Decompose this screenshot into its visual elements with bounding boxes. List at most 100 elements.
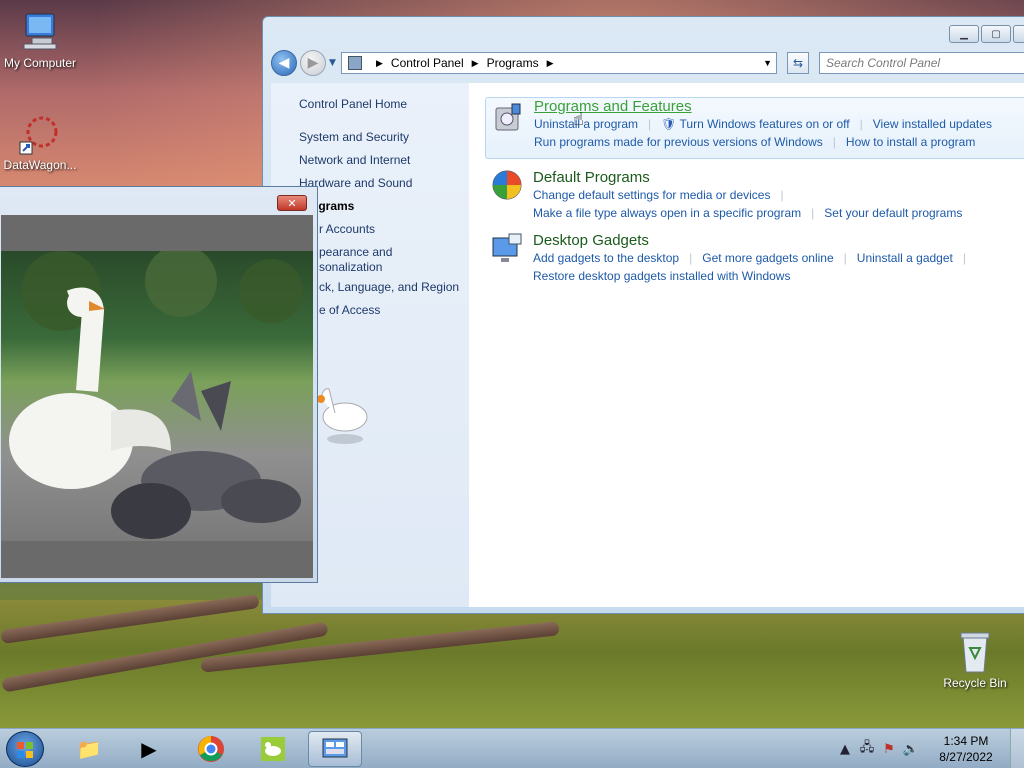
link-separator: | bbox=[780, 188, 784, 202]
view-installed-updates-link[interactable]: View installed updates bbox=[873, 117, 992, 131]
link-separator: | bbox=[689, 251, 693, 265]
search-input[interactable]: Search Control Panel bbox=[819, 52, 1024, 74]
programs-and-features-links: Uninstall a program | 🛡 Turn Windows featu… bbox=[534, 115, 1024, 151]
desktop-icon-label: My Computer bbox=[3, 56, 77, 70]
start-button[interactable] bbox=[6, 731, 44, 767]
link-separator: | bbox=[843, 251, 847, 265]
nav-user-accounts[interactable]: r Accounts bbox=[319, 222, 375, 236]
taskbar-media-player-button[interactable]: ▶ bbox=[122, 731, 176, 767]
control-panel-content: Control Panel Home System and Security N… bbox=[271, 83, 1024, 607]
breadcrumb-chevron-icon: ▶ bbox=[546, 57, 554, 68]
clock[interactable]: 1:34 PM 8/27/2022 bbox=[922, 733, 1010, 765]
nav-appearance[interactable]: pearance and bbox=[319, 245, 392, 259]
chrome-icon bbox=[198, 736, 224, 762]
nav-network-and-internet[interactable]: Network and Internet bbox=[299, 153, 410, 167]
windows-logo-icon bbox=[17, 742, 33, 758]
link-separator: | bbox=[859, 117, 863, 131]
taskbar-chrome-button[interactable] bbox=[184, 731, 238, 767]
uninstall-gadget-link[interactable]: Uninstall a gadget bbox=[857, 251, 953, 265]
breadcrumb-chevron-icon: ▶ bbox=[376, 57, 383, 68]
hand-cursor-icon: ☝ bbox=[573, 109, 584, 130]
how-to-install-link[interactable]: How to install a program bbox=[846, 135, 975, 149]
category-programs-and-features: Programs and Features Uninstall a progra… bbox=[485, 97, 1024, 159]
nav-clock-language-region[interactable]: ck, Language, and Region bbox=[319, 280, 459, 294]
taskbar-goose-button[interactable] bbox=[246, 731, 300, 767]
desktop-icon-label: Recycle Bin bbox=[943, 676, 1007, 690]
minimize-button[interactable]: ▁ bbox=[949, 25, 979, 43]
close-button[interactable]: ✕ bbox=[1013, 25, 1024, 43]
change-default-settings-link[interactable]: Change default settings for media or dev… bbox=[533, 188, 770, 202]
action-center-icon[interactable]: ⚑ bbox=[878, 742, 900, 757]
nav-personalization[interactable]: sonalization bbox=[319, 260, 382, 274]
control-panel-window: ▁ ▢ ✕ ◀ ▶ ▼ ▶ Control Panel ▶ Programs ▶ ▼… bbox=[262, 16, 1024, 614]
show-hidden-icons-icon[interactable]: ▲ bbox=[834, 742, 856, 757]
video-player-window: ✕ bbox=[0, 186, 318, 583]
clock-date: 8/27/2022 bbox=[939, 750, 993, 764]
control-panel-icon bbox=[348, 56, 362, 70]
default-programs-icon bbox=[491, 169, 523, 201]
control-panel-icon bbox=[322, 738, 348, 758]
goose-app-icon bbox=[261, 737, 285, 761]
volume-icon[interactable]: 🔊 bbox=[900, 742, 922, 757]
network-icon[interactable]: 🖧 bbox=[856, 738, 878, 760]
datawagon-icon bbox=[18, 112, 62, 156]
nav-control-panel-home[interactable]: Control Panel Home bbox=[299, 97, 407, 111]
forward-arrow-icon: ▶ bbox=[307, 55, 319, 71]
category-default-programs: Default Programs Change default settings… bbox=[492, 169, 1024, 222]
add-gadgets-link[interactable]: Add gadgets to the desktop bbox=[533, 251, 679, 265]
taskbar-control-panel-button[interactable] bbox=[308, 731, 362, 767]
breadcrumb-programs[interactable]: Programs bbox=[487, 56, 539, 70]
programs-and-features-link[interactable]: Programs and Features bbox=[534, 98, 1024, 115]
clock-time: 1:34 PM bbox=[943, 734, 989, 748]
system-tray: ▲ 🖧 ⚑ 🔊 1:34 PM 8/27/2022 bbox=[834, 729, 1024, 768]
shield-icon: 🛡 bbox=[661, 117, 677, 131]
refresh-icon: ⇆ bbox=[792, 56, 804, 70]
nav-system-and-security[interactable]: System and Security bbox=[299, 130, 409, 144]
recycle-bin-icon bbox=[953, 630, 997, 674]
desktop-icon-my-computer[interactable]: My Computer bbox=[0, 10, 80, 70]
computer-icon bbox=[18, 10, 62, 54]
video-content bbox=[1, 251, 313, 541]
desktop-gadgets-icon bbox=[491, 232, 523, 264]
default-programs-links: Change default settings for media or dev… bbox=[533, 186, 1024, 222]
desktop-gadgets-links: Add gadgets to the desktop | Get more gadg… bbox=[533, 249, 1024, 285]
run-older-programs-link[interactable]: Run programs made for previous versions … bbox=[534, 135, 823, 149]
back-button[interactable]: ◀ bbox=[271, 50, 297, 76]
link-separator: | bbox=[832, 135, 836, 149]
default-programs-link[interactable]: Default Programs bbox=[533, 169, 1024, 186]
programs-and-features-icon bbox=[492, 102, 524, 134]
nav-ease-of-access[interactable]: e of Access bbox=[319, 303, 380, 317]
breadcrumb-control-panel[interactable]: Control Panel bbox=[391, 56, 464, 70]
file-type-open-link[interactable]: Make a file type always open in a specif… bbox=[533, 206, 801, 220]
taskbar-explorer-button[interactable]: 📁 bbox=[62, 731, 116, 767]
forward-button[interactable]: ▶ bbox=[300, 50, 326, 76]
get-more-gadgets-link[interactable]: Get more gadgets online bbox=[702, 251, 833, 265]
desktop-icon-datawagon[interactable]: DataWagon... bbox=[0, 112, 80, 172]
category-desktop-gadgets: Desktop Gadgets Add gadgets to the deskt… bbox=[492, 232, 1024, 285]
breadcrumb-chevron-icon: ▶ bbox=[471, 57, 479, 68]
recent-pages-dropdown[interactable]: ▼ bbox=[329, 58, 336, 68]
folder-icon: 📁 bbox=[76, 737, 102, 761]
uninstall-program-link[interactable]: Uninstall a program bbox=[534, 117, 638, 131]
taskbar: 📁 ▶ ▲ 🖧 ⚑ 🔊 1:34 PM 8/27/2022 bbox=[0, 728, 1024, 768]
maximize-button[interactable]: ▢ bbox=[981, 25, 1011, 43]
restore-gadgets-link[interactable]: Restore desktop gadgets installed with W… bbox=[533, 269, 790, 283]
set-default-programs-link[interactable]: Set your default programs bbox=[824, 206, 962, 220]
close-button[interactable]: ✕ bbox=[277, 195, 307, 211]
refresh-button[interactable]: ⇆ bbox=[787, 52, 809, 74]
link-separator: | bbox=[811, 206, 815, 220]
window-controls: ▁ ▢ ✕ bbox=[949, 25, 1024, 43]
goose-sprite[interactable] bbox=[311, 377, 381, 450]
show-desktop-button[interactable] bbox=[1010, 729, 1024, 768]
address-dropdown-icon[interactable]: ▼ bbox=[763, 58, 772, 68]
link-separator: | bbox=[648, 117, 652, 131]
turn-windows-features-link[interactable]: Turn Windows features on or off bbox=[680, 117, 850, 131]
back-arrow-icon: ◀ bbox=[278, 55, 290, 71]
navigation-bar: ◀ ▶ ▼ ▶ Control Panel ▶ Programs ▶ ▼ ⇆ Sea… bbox=[271, 50, 1024, 78]
media-player-icon: ▶ bbox=[141, 737, 157, 761]
desktop-gadgets-link[interactable]: Desktop Gadgets bbox=[533, 232, 1024, 249]
video-frame bbox=[1, 215, 313, 578]
desktop-icon-recycle-bin[interactable]: Recycle Bin bbox=[935, 630, 1015, 690]
link-separator: | bbox=[962, 251, 966, 265]
address-bar[interactable]: ▶ Control Panel ▶ Programs ▶ ▼ bbox=[341, 52, 777, 74]
